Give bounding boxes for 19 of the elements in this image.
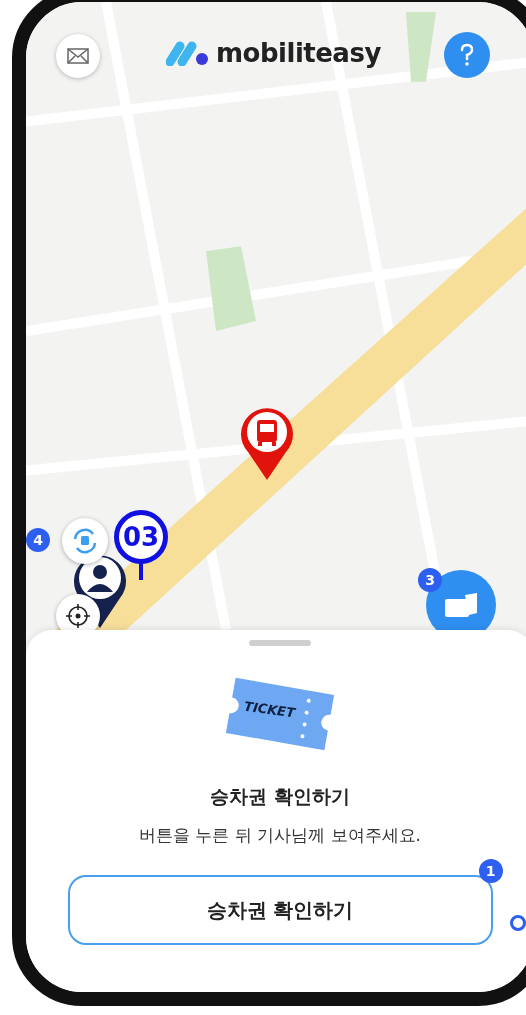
marker-stem [139,562,143,580]
check-ticket-button[interactable]: 승차권 확인하기 [67,875,493,945]
logo-icon [166,40,210,66]
mail-button[interactable] [56,34,100,78]
logo-text: mobiliteasy [216,38,381,68]
crosshair-icon [65,603,91,629]
sheet-subtitle: 버튼을 누른 뒤 기사님께 보여주세요. [139,824,421,847]
question-icon [459,43,475,67]
park-area [406,11,436,82]
sheet-handle[interactable] [249,640,311,646]
step-badge: 4 [26,528,50,552]
step-badge: 1 [478,859,503,883]
sheet-title: 승차권 확인하기 [210,784,350,809]
route-marker: 03 [114,510,168,564]
envelope-icon [67,48,89,64]
bus-refresh-icon [71,527,99,555]
step-badge: 3 [418,568,442,592]
help-button[interactable] [444,32,490,78]
bus-switch-button[interactable] [62,518,108,564]
